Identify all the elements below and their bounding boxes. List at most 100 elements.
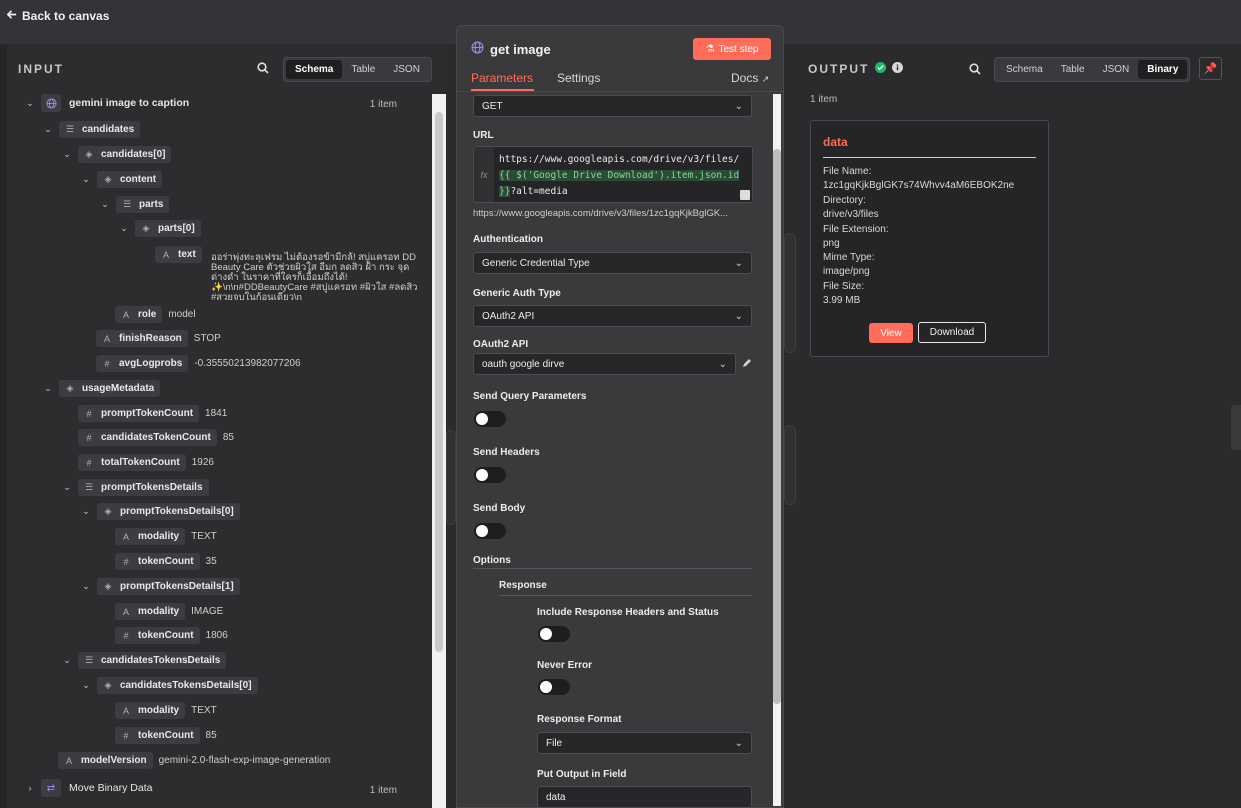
chevron-right-icon[interactable]: › [25, 783, 35, 793]
ctd0-count-value: 85 [205, 730, 217, 741]
tree-row-parts0[interactable]: ⌄ ◈ parts[0] [119, 220, 201, 237]
arrow-left-icon [6, 9, 17, 23]
tree-row-root[interactable]: ⌄ gemini image to caption [25, 94, 189, 112]
tab-schema[interactable]: Schema [997, 60, 1052, 79]
tab-table[interactable]: Table [1052, 60, 1094, 79]
tree-row-candidates0[interactable]: ⌄ ◈ candidates[0] [62, 146, 172, 163]
chevron-down-icon[interactable]: ⌄ [81, 174, 91, 185]
tree-row-ptd0-modality[interactable]: Amodality TEXT [115, 528, 217, 545]
node-scrollbar[interactable] [773, 149, 781, 704]
never-error-toggle[interactable] [538, 679, 570, 695]
field-pill: # candidatesTokenCount [78, 429, 217, 446]
chevron-down-icon[interactable]: ⌄ [43, 383, 53, 394]
tree-row-ptd1-modality[interactable]: Amodality IMAGE [115, 603, 223, 620]
oauth-credential-select[interactable]: oauth google dirve ⌄ [473, 353, 736, 375]
field-pill: AfinishReason [96, 330, 188, 347]
tree-row-avglogprobs[interactable]: # avgLogprobs -0.35550213982077206 [96, 355, 301, 372]
chevron-down-icon[interactable]: ⌄ [81, 680, 91, 691]
pencil-icon[interactable] [741, 357, 753, 372]
tab-settings[interactable]: Settings [557, 71, 600, 85]
download-button[interactable]: Download [918, 322, 986, 343]
text-type-icon: A [65, 755, 72, 766]
tree-row-ptd0[interactable]: ⌄ ◈ promptTokensDetails[0] [81, 503, 240, 520]
text-type-icon: A [122, 606, 129, 617]
external-link-icon: ↗ [761, 74, 770, 84]
tree-row-move-binary-data[interactable]: › ⇄ Move Binary Data [25, 779, 152, 797]
tree-row-candidates-token-count[interactable]: # candidatesTokenCount 85 [78, 429, 234, 446]
chevron-down-icon[interactable]: ⌄ [100, 199, 110, 210]
search-icon[interactable] [969, 63, 981, 78]
info-icon[interactable] [892, 62, 904, 76]
text-value: ออร่าพุ่งทะลุเฟรม ไม่ต้องรอข้ามีกล้! สบู… [211, 252, 418, 303]
output-count: 1 item [810, 94, 838, 105]
tree-row-model-version[interactable]: AmodelVersion gemini-2.0-flash-exp-image… [58, 752, 330, 769]
docs-link[interactable]: Docs ↗ [731, 71, 769, 85]
tree-row-ptd1[interactable]: ⌄ ◈ promptTokensDetails[1] [81, 578, 240, 595]
tab-binary[interactable]: Binary [1138, 60, 1188, 79]
tree-row-usage-metadata[interactable]: ⌄ ◈ usageMetadata [43, 380, 161, 397]
send-headers-toggle[interactable] [474, 467, 506, 483]
output-panel-handle[interactable] [1231, 405, 1241, 450]
node-header: get image [471, 41, 551, 57]
tree-row-candidates-tokens-details[interactable]: ⌄ ☰ candidatesTokensDetails [62, 652, 227, 669]
tree-row-ctd0-modality[interactable]: Amodality TEXT [115, 702, 217, 719]
prompt-count-value: 1841 [205, 408, 228, 419]
field-pill: AmodelVersion [58, 752, 153, 769]
tab-parameters[interactable]: Parameters [471, 71, 533, 85]
chevron-down-icon[interactable]: ⌄ [81, 506, 91, 517]
tree-row-text[interactable]: Atext [155, 246, 202, 263]
chevron-down-icon[interactable]: ⌄ [62, 149, 72, 160]
view-button[interactable]: View [869, 323, 913, 343]
tree-row-candidates[interactable]: ⌄ ☰ candidates [43, 121, 141, 138]
output-field-input[interactable]: data [537, 786, 752, 808]
url-input[interactable]: fx https://www.googleapis.com/drive/v3/f… [473, 146, 753, 203]
tree-row-ctd0-tokencount[interactable]: # tokenCount 85 [115, 727, 217, 744]
tab-json[interactable]: JSON [1094, 60, 1139, 79]
tree-row-parts[interactable]: ⌄ ☰ parts [100, 196, 170, 213]
chevron-down-icon[interactable]: ⌄ [43, 124, 53, 135]
method-select[interactable]: GET ⌄ [473, 95, 752, 117]
back-to-canvas-button[interactable]: Back to canvas [6, 9, 109, 23]
test-step-button[interactable]: ⚗ Test step [693, 38, 771, 60]
chevron-down-icon[interactable]: ⌄ [62, 655, 72, 666]
field-pill: # tokenCount [115, 627, 200, 644]
chevron-down-icon[interactable]: ⌄ [119, 223, 129, 234]
generic-auth-select[interactable]: OAuth2 API ⌄ [473, 305, 752, 327]
pin-button[interactable]: 📌 [1199, 57, 1222, 80]
left-panel-edge [0, 44, 7, 808]
move-icon: ⇄ [41, 779, 61, 797]
tab-json[interactable]: JSON [384, 60, 429, 79]
tree-row-prompt-token-count[interactable]: # promptTokenCount 1841 [78, 405, 227, 422]
expand-icon[interactable] [740, 190, 750, 200]
send-query-toggle[interactable] [474, 411, 506, 427]
search-icon[interactable] [257, 62, 269, 77]
auth-select[interactable]: Generic Credential Type ⌄ [473, 252, 752, 274]
background-node [784, 233, 796, 353]
chevron-down-icon[interactable]: ⌄ [25, 98, 35, 109]
input-scrollbar[interactable] [435, 112, 443, 652]
include-headers-toggle[interactable] [538, 626, 570, 642]
input-view-tabs: Schema Table JSON [283, 57, 432, 82]
tree-row-finish-reason[interactable]: AfinishReason STOP [96, 330, 221, 347]
send-body-toggle[interactable] [474, 523, 506, 539]
chevron-down-icon[interactable]: ⌄ [62, 482, 72, 493]
tree-row-prompt-tokens-details[interactable]: ⌄ ☰ promptTokensDetails [62, 479, 209, 496]
chevron-down-icon: ⌄ [734, 737, 743, 749]
include-headers-label: Include Response Headers and Status [537, 607, 719, 618]
tree-row-role[interactable]: Arole model [115, 306, 196, 323]
tree-row-total-token-count[interactable]: # totalTokenCount 1926 [78, 454, 214, 471]
tree-row-ptd1-tokencount[interactable]: # tokenCount 1806 [115, 627, 228, 644]
field-pill: ◈ usageMetadata [59, 380, 161, 397]
tree-row-ctd0[interactable]: ⌄ ◈ candidatesTokensDetails[0] [81, 677, 258, 694]
response-format-select[interactable]: File ⌄ [537, 732, 752, 754]
field-pill: Amodality [115, 702, 186, 719]
never-error-label: Never Error [537, 660, 593, 671]
field-pill: ◈ candidates[0] [78, 146, 172, 163]
tab-schema[interactable]: Schema [286, 60, 343, 79]
tab-table[interactable]: Table [342, 60, 384, 79]
text-type-icon: A [122, 309, 129, 320]
tree-row-ptd0-tokencount[interactable]: # tokenCount 35 [115, 553, 217, 570]
node-title[interactable]: get image [490, 42, 551, 57]
tree-row-content[interactable]: ⌄ ◈ content [81, 171, 163, 188]
chevron-down-icon[interactable]: ⌄ [81, 581, 91, 592]
